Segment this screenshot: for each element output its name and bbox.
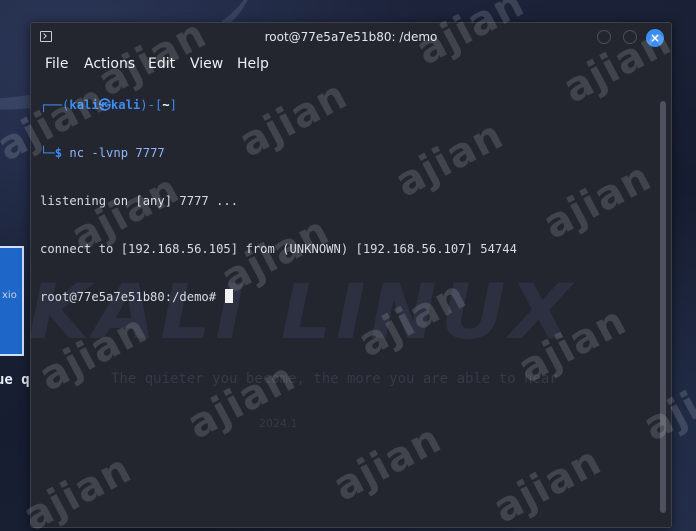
shell-prompt-line: root@77e5a7e51b80:/demo# (40, 289, 517, 305)
desktop-label-fragment: xio (2, 290, 17, 301)
desktop-logo-fragment (0, 246, 24, 356)
window-title: root@77e5a7e51b80: /demo (264, 30, 438, 44)
command-text: nc -lvnp 7777 (69, 146, 165, 160)
menu-view[interactable]: View (190, 56, 223, 72)
terminal-output-area[interactable]: KALI LINUX The quieter you become, the m… (31, 77, 657, 527)
close-button[interactable]: × (646, 29, 664, 47)
window-titlebar[interactable]: root@77e5a7e51b80: /demo × (31, 23, 671, 51)
prompt-paren-close: ) (140, 98, 148, 112)
prompt-dollar: $ (54, 146, 70, 160)
background-kali-tagline: The quieter you become, the more you are… (111, 371, 558, 387)
maximize-button[interactable] (623, 30, 637, 44)
vertical-scrollbar[interactable] (657, 77, 671, 527)
background-kali-version: 2024.1 (259, 417, 298, 430)
prompt-corner-top: ┌── (40, 98, 63, 112)
minimize-button[interactable] (597, 30, 611, 44)
close-icon: × (649, 31, 661, 45)
output-line: listening on [any] 7777 ... (40, 194, 239, 208)
text-cursor (225, 289, 234, 303)
terminal-lines: ┌──(kali㉿kali)-[~] └─$ nc -lvnp 7777 lis… (40, 77, 517, 337)
prompt-directory: ~ (162, 98, 170, 112)
prompt-dir-close: ] (169, 98, 177, 112)
prompt-user: kali (69, 98, 99, 112)
prompt-line-bottom: └─$ nc -lvnp 7777 (40, 145, 517, 161)
prompt-at-symbol: ㉿ (98, 98, 111, 112)
menu-help[interactable]: Help (237, 56, 269, 72)
terminal-window: root@77e5a7e51b80: /demo × File Actions … (30, 22, 672, 528)
menu-file[interactable]: File (45, 56, 68, 72)
shell-prompt: root@77e5a7e51b80:/demo# (40, 290, 224, 304)
prompt-dash: - (147, 98, 155, 112)
desktop-tagline-fragment: ue q (0, 372, 30, 388)
prompt-host: kali (110, 98, 141, 112)
prompt-corner-bottom: └─ (40, 146, 55, 160)
menu-bar: File Actions Edit View Help (31, 51, 671, 77)
output-line: connect to [192.168.56.105] from (UNKNOW… (40, 242, 517, 256)
menu-actions[interactable]: Actions (84, 56, 135, 72)
prompt-line-top: ┌──(kali㉿kali)-[~] (40, 97, 517, 113)
scrollbar-thumb[interactable] (660, 101, 666, 513)
menu-edit[interactable]: Edit (148, 56, 175, 72)
